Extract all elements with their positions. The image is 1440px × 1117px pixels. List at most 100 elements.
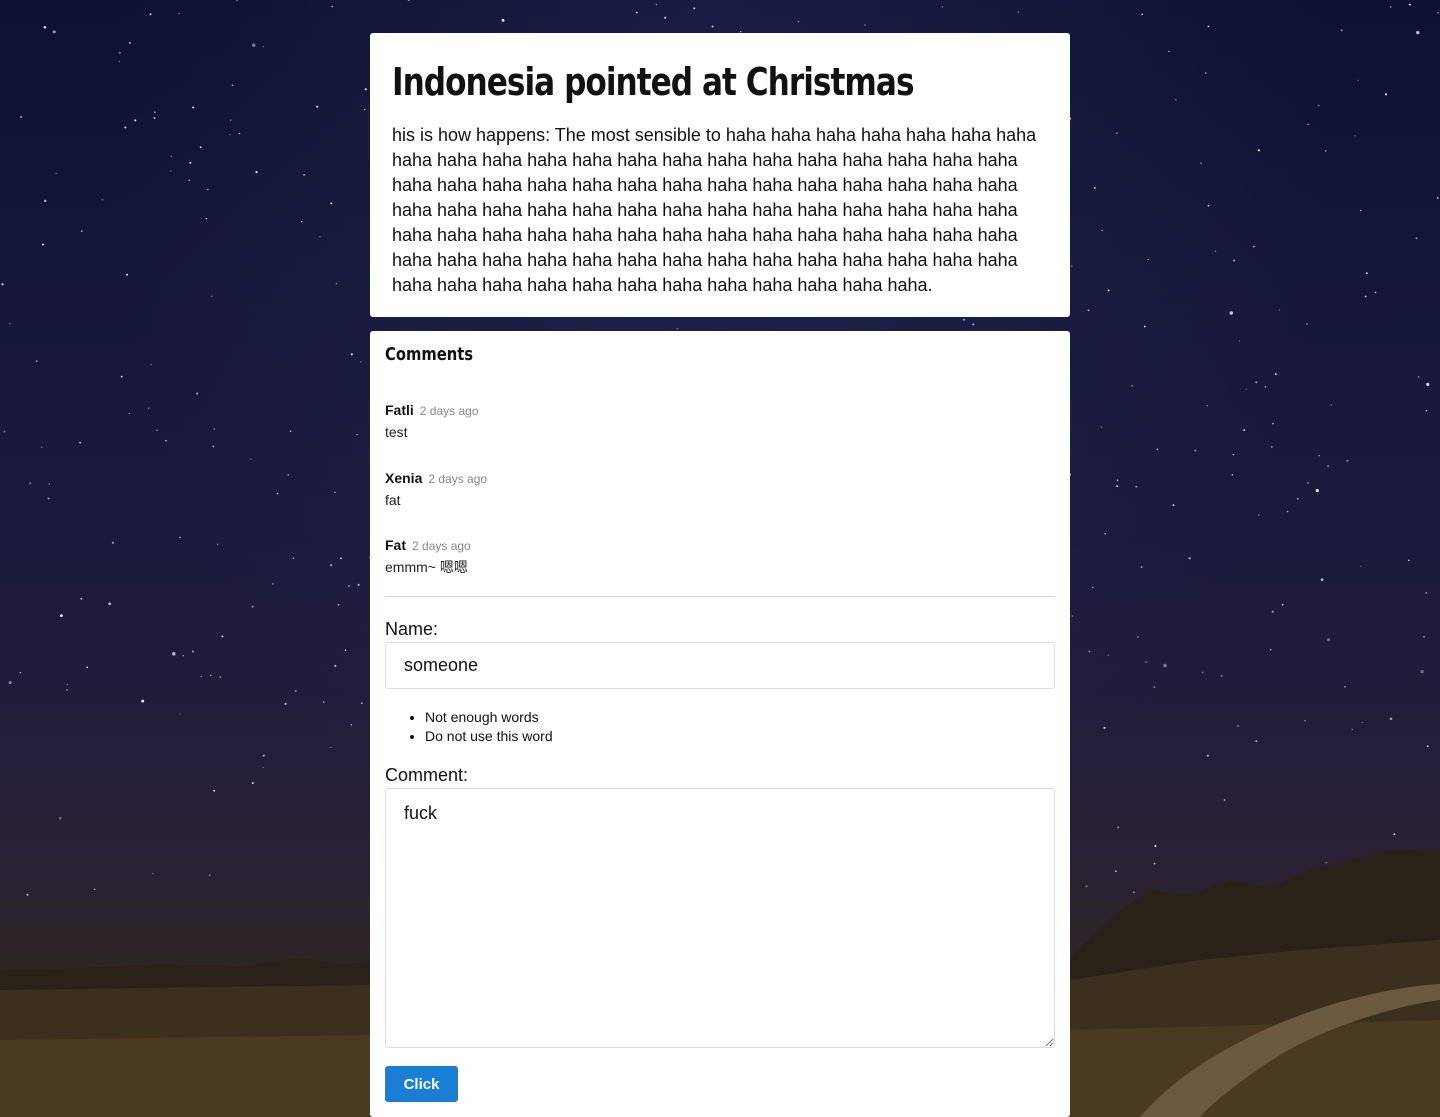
article-body: his is how happens: The most sensible to… — [392, 125, 1037, 295]
star — [303, 174, 305, 176]
star — [1233, 259, 1236, 262]
star — [36, 360, 38, 362]
star — [1194, 449, 1197, 452]
star — [126, 273, 129, 276]
star — [360, 361, 362, 363]
star — [1415, 237, 1418, 240]
star — [1281, 603, 1284, 606]
star — [93, 888, 96, 891]
name-label: Name: — [385, 619, 439, 639]
star — [153, 116, 156, 120]
star — [1017, 11, 1020, 13]
star — [1425, 592, 1428, 594]
comment-textarea[interactable]: fuck — [385, 788, 1055, 1048]
star — [1093, 186, 1096, 189]
star — [172, 652, 176, 656]
star — [1205, 72, 1207, 74]
star — [1264, 386, 1267, 388]
star — [212, 445, 215, 448]
comment-item: Xenia 2 days ago fat — [385, 469, 487, 509]
star — [331, 5, 333, 8]
star — [1087, 309, 1090, 312]
star — [344, 649, 347, 651]
star — [1360, 209, 1362, 211]
star — [1360, 565, 1362, 567]
star — [319, 235, 321, 238]
star — [191, 650, 195, 653]
star — [284, 702, 287, 705]
star — [350, 724, 352, 726]
star — [41, 243, 44, 246]
star — [972, 323, 975, 326]
comment-text: test — [385, 424, 408, 440]
comment-item: Fatli 2 days ago test — [385, 401, 479, 441]
name-input[interactable] — [385, 642, 1055, 689]
star — [48, 483, 50, 485]
star — [1117, 826, 1120, 829]
star — [356, 433, 358, 436]
star — [153, 111, 156, 114]
star — [118, 60, 121, 63]
star — [1272, 422, 1274, 425]
star — [1085, 885, 1088, 888]
star — [1, 283, 4, 286]
star — [276, 492, 279, 495]
star — [1436, 197, 1439, 199]
star — [1153, 862, 1156, 865]
star — [44, 199, 47, 203]
star — [1223, 799, 1226, 801]
star — [213, 789, 216, 792]
star — [165, 439, 167, 442]
star — [199, 146, 202, 148]
star — [1420, 669, 1424, 674]
star — [1237, 725, 1239, 727]
comment-author: Fat — [385, 537, 406, 553]
star — [79, 441, 82, 444]
star — [1384, 93, 1388, 96]
comment-author: Fatli — [385, 402, 414, 418]
star — [1147, 258, 1149, 261]
star — [210, 674, 212, 677]
star — [26, 893, 29, 896]
comment-time: 2 days ago — [412, 539, 471, 553]
star — [1137, 636, 1139, 638]
star — [47, 497, 50, 500]
error-message: Do not use this word — [425, 727, 553, 746]
star — [1271, 446, 1273, 448]
star — [1365, 272, 1368, 275]
star — [1306, 323, 1308, 325]
star — [1231, 474, 1234, 476]
star — [1168, 50, 1170, 53]
star — [170, 170, 172, 172]
star — [1115, 870, 1117, 873]
star — [334, 491, 336, 493]
star — [1206, 404, 1209, 407]
star — [292, 557, 295, 559]
comment-header: Xenia 2 days ago — [385, 469, 487, 488]
submit-button[interactable]: Click — [385, 1066, 458, 1102]
star — [20, 116, 22, 118]
star — [1255, 381, 1258, 384]
star — [1156, 448, 1159, 451]
star — [1361, 721, 1363, 724]
star — [213, 428, 216, 430]
star — [1255, 740, 1258, 743]
star — [357, 583, 360, 586]
star — [1206, 754, 1209, 757]
star — [1351, 728, 1354, 731]
star — [101, 198, 104, 201]
star — [189, 161, 192, 164]
star — [1307, 482, 1309, 484]
comments-card: Comments Fatli 2 days ago test Xenia 2 day… — [370, 331, 1070, 1117]
star — [221, 635, 224, 638]
star — [151, 872, 154, 875]
star — [1408, 559, 1410, 562]
star — [1115, 132, 1118, 135]
star — [323, 701, 325, 703]
star — [330, 746, 332, 749]
comment-author: Xenia — [385, 470, 423, 486]
comments-divider — [385, 596, 1055, 597]
star — [1207, 204, 1210, 207]
star — [364, 88, 367, 91]
star — [80, 230, 83, 232]
